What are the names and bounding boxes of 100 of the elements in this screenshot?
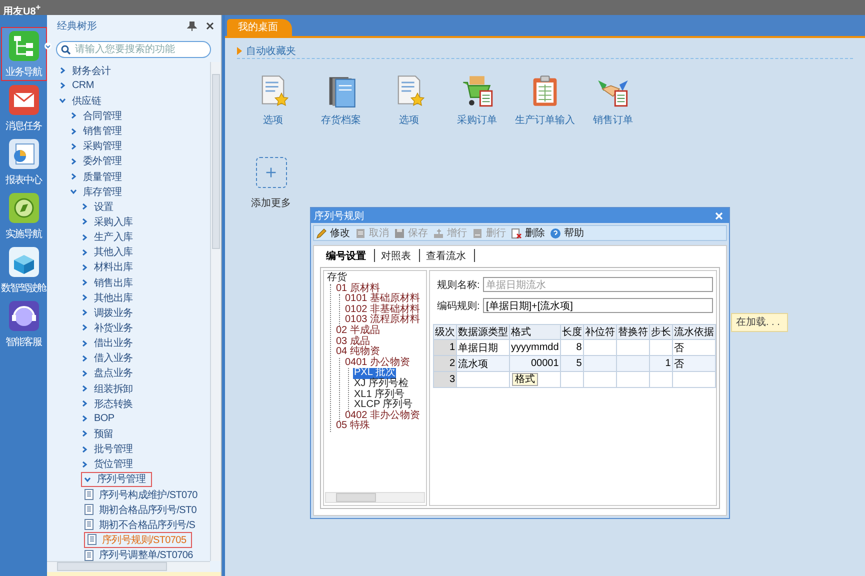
shortcut-label[interactable]: 采购订单 [457, 113, 497, 127]
column-header[interactable]: 流水依据 [672, 324, 716, 340]
column-header[interactable]: 长度 [560, 324, 584, 340]
shortcut-label[interactable]: 选项 [263, 113, 283, 127]
rail-button[interactable]: 实施导航 [0, 189, 46, 243]
row-number: 1 [434, 340, 456, 356]
column-header[interactable]: 替换符 [616, 324, 650, 340]
nav-item[interactable]: 其他入库 [81, 244, 133, 260]
nav-item[interactable]: CRM [59, 78, 94, 94]
scrollbar[interactable] [210, 62, 221, 561]
nav-item[interactable]: 序列号构成维护/ST070 [84, 486, 198, 502]
chevron-down-icon[interactable] [70, 188, 77, 196]
nav-item[interactable]: 采购管理 [70, 138, 122, 154]
table-cell: 流水项 [456, 356, 510, 372]
nav-item[interactable]: 补货业务 [81, 320, 133, 336]
tree-item[interactable]: 02 半成品 [335, 326, 381, 337]
nav-item[interactable]: 生产入库 [81, 230, 133, 245]
headset-icon [8, 300, 40, 332]
nav-item[interactable]: BOP [81, 411, 114, 426]
nav-item[interactable]: 序列号管理 [81, 472, 152, 487]
search-icon [61, 44, 71, 54]
nav-item[interactable]: 质量管理 [70, 168, 122, 184]
rail-button[interactable]: 报表中心 [0, 135, 46, 189]
org-chart-icon [8, 30, 40, 62]
nav-item[interactable]: 组装拆卸 [81, 380, 133, 396]
nav-item[interactable]: 委外管理 [70, 154, 122, 169]
rail-button[interactable]: 智能客服 [0, 297, 46, 351]
tree-item[interactable]: 0401 办公物资 [344, 358, 412, 368]
nav-item[interactable]: 采购入库 [81, 214, 133, 230]
document-icon [87, 534, 97, 546]
document-icon [84, 504, 94, 516]
toolbar-button[interactable]: 删除 [511, 226, 545, 240]
tree-item[interactable]: 04 纯物资 [335, 347, 381, 358]
document-icon [84, 519, 94, 530]
nav-item[interactable]: 借入业务 [81, 350, 133, 366]
rail-button[interactable]: 数智驾驶舱 [0, 243, 46, 297]
nav-item[interactable]: 序列号调整单/ST0706 [84, 548, 193, 561]
nav-item[interactable]: 合同管理 [70, 108, 122, 124]
nav-item[interactable]: 材料出库 [81, 260, 133, 275]
column-header[interactable]: 步长 [649, 324, 672, 340]
nav-item[interactable]: 财务会计 [59, 63, 111, 78]
scrollbar[interactable] [47, 561, 210, 572]
tree-item[interactable]: 存货 [326, 273, 348, 284]
tab[interactable]: 编号设置 [320, 249, 375, 262]
toolbar-button[interactable]: 修改 [316, 226, 350, 240]
tree-item[interactable]: 0101 基础原材料 [344, 294, 422, 305]
toolbar-button[interactable]: 帮助 [550, 226, 584, 240]
tooltip: 格式 [512, 373, 538, 386]
tab[interactable]: 对照表 [375, 249, 420, 262]
dropdown-icon[interactable] [44, 42, 52, 50]
shortcut-label[interactable]: 生产订单输入 [515, 113, 575, 127]
chevron-down-icon[interactable] [59, 97, 66, 104]
tree-item[interactable]: 0103 流程原材料 [344, 315, 422, 326]
nav-item[interactable]: 货位管理 [81, 456, 133, 472]
nav-item[interactable]: 其他出库 [81, 290, 133, 306]
nav-item[interactable]: 期初不合格品序列号/S [84, 517, 196, 532]
nav-item[interactable]: 借出业务 [81, 336, 133, 351]
tree-item[interactable]: XLCP 序列号 [353, 400, 414, 411]
nav-item[interactable]: 库存管理 [70, 184, 122, 200]
chevron-right-icon[interactable] [70, 112, 77, 120]
chevron-right-icon[interactable] [70, 173, 77, 180]
nav-item[interactable]: 预留 [81, 426, 114, 442]
add-button[interactable] [256, 157, 286, 188]
nav-item[interactable]: 调拨业务 [81, 305, 133, 320]
column-header[interactable]: 级次 [434, 324, 456, 340]
tree-item[interactable]: 05 特殊 [335, 421, 371, 432]
nav-item[interactable]: 形态转换 [81, 396, 133, 412]
report-chart-icon [8, 138, 40, 170]
add-more-label: 添加更多 [251, 196, 291, 210]
tab[interactable]: 查看流水 [420, 249, 475, 262]
nav-item[interactable]: 销售管理 [70, 124, 122, 139]
pencil-icon [316, 228, 327, 238]
shortcut-label[interactable]: 存货档案 [321, 113, 361, 127]
nav-item[interactable]: 期初合格品序列号/ST0 [84, 502, 197, 518]
column-header[interactable]: 补位符 [583, 324, 616, 340]
shortcut-label[interactable]: 销售订单 [593, 113, 633, 127]
nav-item[interactable]: 供应链 [59, 93, 102, 108]
nav-item[interactable]: 销售出库 [81, 274, 133, 290]
tree-item[interactable]: XJ 序列号检 [353, 378, 410, 390]
row-number: 2 [434, 356, 456, 372]
text-field[interactable]: [单据日期]+[流水项] [483, 298, 713, 313]
scrollbar[interactable] [325, 492, 425, 503]
column-header[interactable]: 数据源类型 [456, 324, 510, 340]
triangle-icon [237, 46, 242, 54]
search-field[interactable]: 请输入您要搜索的功能 [56, 41, 211, 58]
rail-button[interactable]: 消息任务 [0, 81, 46, 135]
table-cell: 00001 [510, 356, 560, 372]
section-title: 自动收藏夹 [246, 44, 296, 58]
column-header[interactable]: 格式 [510, 324, 560, 340]
tree-item[interactable]: 03 成品 [335, 336, 371, 348]
nav-item[interactable]: 盘点业务 [81, 366, 133, 381]
nav-item[interactable]: 批号管理 [81, 442, 133, 457]
plus-icon [264, 167, 278, 178]
chevron-down-icon[interactable] [84, 476, 91, 483]
close-icon[interactable] [205, 21, 215, 31]
cart-icon[interactable] [460, 74, 494, 108]
shortcut-label[interactable]: 选项 [399, 113, 419, 127]
document-icon [355, 228, 366, 238]
nav-item[interactable]: 设置 [81, 199, 114, 214]
pin-icon[interactable] [187, 21, 197, 31]
